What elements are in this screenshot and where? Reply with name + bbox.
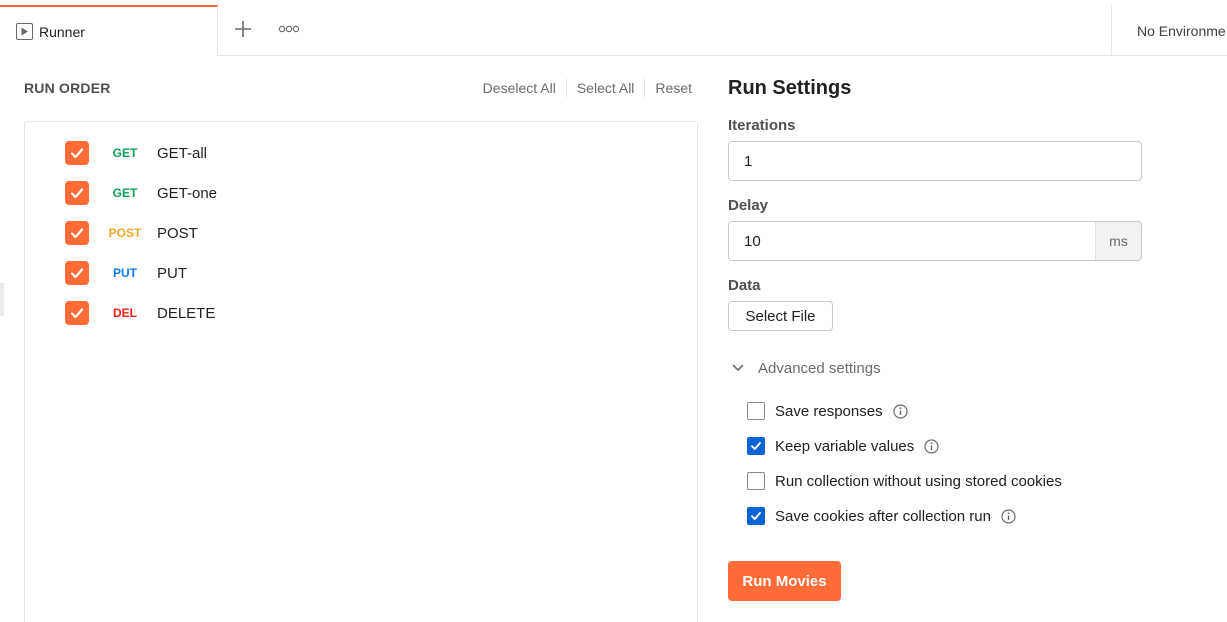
option-label: Save cookies after collection run [775,507,991,525]
option-label: Run collection without using stored cook… [775,472,1062,490]
request-row[interactable]: POST POST [65,221,198,245]
sidebar-resize-handle[interactable] [0,283,4,316]
request-list: GET GET-all GET GET-one POST POST PUT PU… [24,121,698,622]
run-order-title: RUN ORDER [24,80,111,96]
chevron-down-icon [728,358,748,378]
select-all-button[interactable]: Select All [577,80,635,96]
request-row[interactable]: DEL DELETE [65,301,215,325]
delay-unit: ms [1095,222,1141,260]
run-collection-button[interactable]: Run Movies [728,561,841,601]
request-method: POST [108,226,142,240]
request-checkbox[interactable] [65,221,89,245]
iterations-label: Iterations [728,117,796,134]
tab-runner[interactable]: Runner [0,5,218,56]
save-cookies-checkbox[interactable] [747,507,765,525]
info-icon[interactable] [924,438,939,454]
run-without-cookies-checkbox[interactable] [747,472,765,490]
request-checkbox[interactable] [65,261,89,285]
option-save-cookies[interactable]: Save cookies after collection run [747,506,1016,526]
request-row[interactable]: PUT PUT [65,261,187,285]
tab-bar: Runner No Environme [0,0,1227,56]
run-settings-title: Run Settings [728,77,852,99]
option-keep-variable-values[interactable]: Keep variable values [747,436,939,456]
request-row[interactable]: GET GET-all [65,141,207,165]
request-method: GET [112,186,138,200]
select-file-button[interactable]: Select File [728,301,833,331]
option-label: Save responses [775,402,883,420]
tab-runner-label: Runner [39,23,85,40]
delay-input[interactable] [729,222,1095,260]
request-name: GET-all [157,144,208,162]
request-method: PUT [113,266,137,280]
request-name: POST [157,224,198,242]
delay-label: Delay [728,197,769,214]
request-checkbox[interactable] [65,301,89,325]
request-method: DEL [113,306,137,320]
more-horizontal-icon[interactable] [277,20,301,38]
info-icon[interactable] [892,403,908,419]
plus-icon[interactable] [232,18,254,40]
play-icon [16,23,33,40]
iterations-input[interactable] [728,141,1142,181]
data-label: Data [728,277,761,294]
divider [644,79,646,97]
advanced-settings-toggle[interactable]: Advanced settings [728,358,881,378]
info-icon[interactable] [1001,508,1016,524]
request-checkbox[interactable] [65,181,89,205]
option-run-without-cookies[interactable]: Run collection without using stored cook… [747,471,1062,491]
request-name: PUT [157,264,187,282]
environment-selector[interactable]: No Environme [1111,5,1227,56]
request-method: GET [112,146,138,160]
environment-label: No Environme [1137,22,1226,39]
divider [565,79,567,97]
request-checkbox[interactable] [65,141,89,165]
keep-variable-values-checkbox[interactable] [747,437,765,455]
request-row[interactable]: GET GET-one [65,181,217,205]
advanced-settings-label: Advanced settings [758,359,881,377]
request-name: GET-one [157,184,218,202]
option-label: Keep variable values [775,437,915,455]
save-responses-checkbox[interactable] [747,402,765,420]
reset-button[interactable]: Reset [655,80,692,96]
option-save-responses[interactable]: Save responses [747,401,908,421]
request-name: DELETE [157,304,216,322]
deselect-all-button[interactable]: Deselect All [483,80,556,96]
delay-field: ms [728,221,1142,261]
run-order-actions: Deselect All Select All Reset [483,79,692,97]
